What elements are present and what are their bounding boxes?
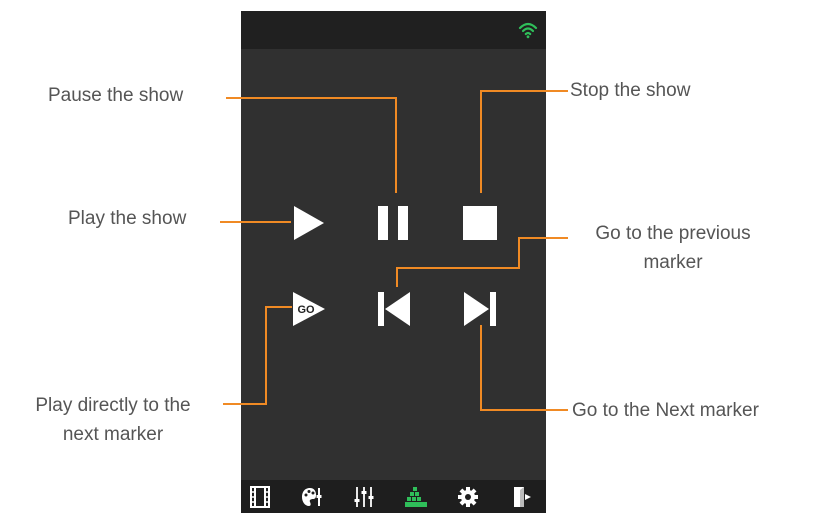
play-direct-callout-line2: next marker	[62, 424, 164, 445]
pause-callout-line	[226, 97, 397, 193]
previous-callout-line1: Go to the previous	[595, 223, 751, 244]
play-direct-callout-line	[223, 306, 292, 405]
next-callout: Go to the Next marker	[572, 400, 759, 421]
stop-callout: Stop the show	[570, 80, 691, 101]
next-callout-line	[480, 325, 568, 411]
previous-callout-line2: marker	[643, 252, 703, 273]
play-callout: Play the show	[68, 208, 187, 229]
play-direct-callout-line1: Play directly to the	[35, 395, 191, 416]
play-direct-callout: Play directly to the next marker	[8, 394, 218, 447]
stop-callout-line	[480, 90, 568, 193]
previous-callout-line	[396, 237, 568, 287]
pause-callout: Pause the show	[48, 85, 184, 106]
previous-callout: Go to the previous marker	[573, 222, 773, 275]
